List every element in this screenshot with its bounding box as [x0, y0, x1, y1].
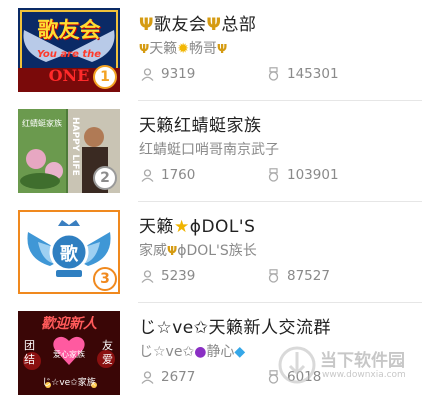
score-count: 87527: [267, 268, 330, 284]
trident-icon: Ψ: [216, 42, 228, 56]
group-owner: Ψ天籁✹畅哥Ψ: [139, 41, 228, 57]
member-count: 9319: [141, 66, 195, 82]
group-avatar-2[interactable]: 红蜻蜓家族 HAPPY LIFE 2: [18, 109, 120, 193]
medal-icon: [268, 67, 279, 81]
group-avatar-3[interactable]: 歌 3: [18, 210, 120, 294]
thumb-title: 歌友会: [37, 18, 101, 42]
trident-icon: Ψ: [167, 244, 178, 258]
group-owner: 红蜻蜓口哨哥南京武子: [139, 142, 279, 158]
group-avatar-1[interactable]: 歌友会 You are the ONE 1: [18, 8, 120, 92]
rank-badge: 2: [93, 166, 117, 190]
pearl-icon: ●: [194, 344, 207, 360]
group-title[interactable]: 天籁★ɸDOL'S: [139, 212, 255, 237]
member-count: 1760: [141, 167, 195, 183]
trident-icon: Ψ: [139, 15, 154, 35]
score-count: 145301: [267, 66, 339, 82]
site-watermark: 当下软件园 www.downxia.com: [278, 344, 418, 388]
diamond-icon: ◆: [234, 344, 246, 360]
group-title[interactable]: 天籁红蜻蜓家族: [139, 111, 262, 136]
trident-icon: Ψ: [206, 15, 222, 35]
emblem-text: 歌: [60, 244, 78, 265]
member-count: 2677: [141, 369, 195, 385]
score-count: 103901: [267, 167, 339, 183]
rank-badge: 1: [93, 65, 117, 89]
person-icon: [141, 269, 154, 283]
thumb-vertical-text: HAPPY LIFE: [70, 117, 80, 176]
trident-icon: Ψ: [139, 42, 150, 56]
group-avatar-4[interactable]: 歡迎新人 团 结 友 爱 爱心家族 じ☆ve✩家族: [18, 311, 120, 395]
group-owner: じ☆ve✩●静心◆: [139, 344, 246, 360]
group-title[interactable]: じ☆ve✩天籁新人交流群: [139, 313, 331, 338]
person-icon: [141, 370, 154, 384]
medal-icon: [268, 168, 279, 182]
thumb-tagline: You are the: [36, 49, 102, 60]
thumb-center-text: 爱心家族: [53, 350, 85, 359]
thumb-bottom-text: じ☆ve✩家族: [42, 378, 96, 388]
watermark-logo-icon: [278, 346, 316, 384]
person-icon: [141, 168, 154, 182]
group-row-2[interactable]: 红蜻蜓家族 HAPPY LIFE 2 天籁红蜻蜓家族 红蜻蜓口哨哥南京武子 17…: [0, 101, 422, 202]
group-owner: 家威ΨɸDOL'S族长: [139, 243, 257, 259]
group-title[interactable]: Ψ歌友会Ψ总部: [139, 10, 256, 35]
member-count: 5239: [141, 268, 195, 284]
watermark-url: www.downxia.com: [322, 370, 406, 380]
watermark-name: 当下软件园: [320, 351, 405, 371]
group-row-1[interactable]: 歌友会 You are the ONE 1 Ψ歌友会Ψ总部 Ψ天籁✹畅哥Ψ 93…: [0, 0, 422, 101]
star-icon: ★: [174, 217, 190, 237]
thumb-banner: 歡迎新人: [41, 316, 97, 332]
thumb-caption: 红蜻蜓家族: [22, 119, 62, 128]
medal-icon: [268, 269, 279, 283]
person-icon: [141, 67, 154, 81]
group-row-3[interactable]: 歌 3 天籁★ɸDOL'S 家威ΨɸDOL'S族长 5239 87527: [0, 202, 422, 303]
rank-badge: 3: [93, 267, 117, 291]
sun-icon: ✹: [177, 41, 189, 57]
